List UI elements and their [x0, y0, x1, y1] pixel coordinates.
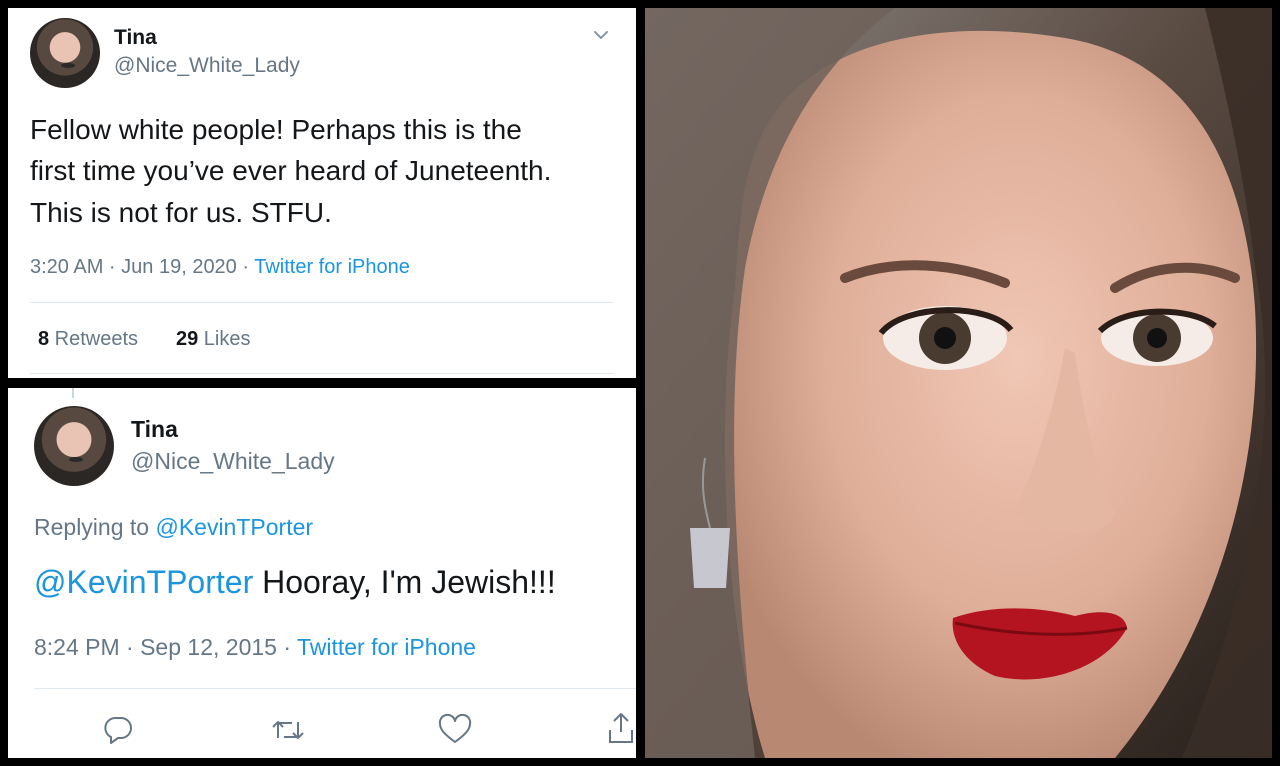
mention-link[interactable]: @KevinTPorter: [34, 564, 253, 600]
author-name[interactable]: Tina: [114, 26, 157, 50]
tweet-text-line: This is not for us. STFU.: [30, 197, 332, 228]
retweet-icon[interactable]: [270, 714, 306, 746]
likes-number: 29: [176, 328, 199, 350]
tweet-body: Hooray, I'm Jewish!!!: [253, 564, 556, 600]
thread-line: [72, 388, 74, 398]
replying-to: Replying to @KevinTPorter: [34, 514, 313, 541]
tweet-text: @KevinTPorter Hooray, I'm Jewish!!!: [34, 564, 556, 601]
tweet-time[interactable]: 8:24 PM · Sep 12, 2015 ·: [34, 634, 297, 660]
replying-to-link[interactable]: @KevinTPorter: [155, 514, 313, 540]
like-icon[interactable]: [438, 714, 472, 746]
tweet-text-line: first time you’ve ever heard of Juneteen…: [30, 155, 552, 186]
retweets-count[interactable]: 8 Retweets: [38, 328, 138, 351]
share-icon[interactable]: [606, 710, 636, 746]
tweet-text-line: Fellow white people! Perhaps this is the: [30, 114, 522, 145]
tweet-time[interactable]: 3:20 AM · Jun 19, 2020 ·: [30, 256, 254, 278]
tweet-timestamp: 3:20 AM · Jun 19, 2020 · Twitter for iPh…: [30, 256, 410, 279]
tweet-timestamp: 8:24 PM · Sep 12, 2015 · Twitter for iPh…: [34, 634, 476, 661]
retweets-label: Retweets: [49, 328, 139, 350]
retweets-number: 8: [38, 328, 50, 350]
likes-label: Likes: [198, 328, 251, 350]
reply-icon[interactable]: [102, 714, 134, 746]
chevron-down-icon[interactable]: [592, 26, 610, 44]
divider: [30, 302, 614, 303]
portrait-photo: [645, 8, 1272, 758]
avatar[interactable]: [34, 406, 114, 486]
divider: [30, 373, 614, 374]
author-handle[interactable]: @Nice_White_Lady: [131, 448, 335, 475]
tweet-card-juneteenth: Tina @Nice_White_Lady Fellow white peopl…: [8, 8, 636, 378]
author-handle[interactable]: @Nice_White_Lady: [114, 54, 300, 78]
divider: [34, 688, 636, 689]
likes-count[interactable]: 29 Likes: [176, 328, 251, 351]
author-name[interactable]: Tina: [131, 416, 178, 443]
tweet-source-link[interactable]: Twitter for iPhone: [254, 256, 410, 278]
replying-prefix: Replying to: [34, 514, 156, 540]
avatar[interactable]: [30, 18, 100, 88]
tweet-card-reply: Tina @Nice_White_Lady Replying to @Kevin…: [8, 388, 636, 758]
tweet-source-link[interactable]: Twitter for iPhone: [297, 634, 476, 660]
